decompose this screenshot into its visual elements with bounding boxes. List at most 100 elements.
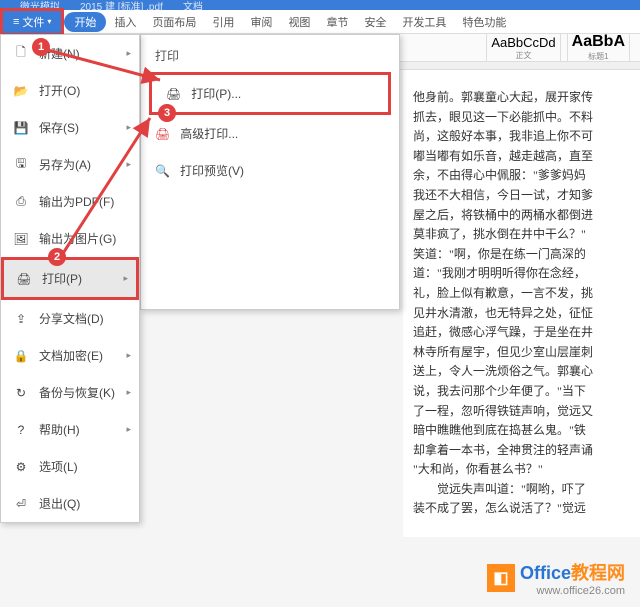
style-label: 正文: [491, 50, 555, 61]
doc-line: 尚，这般好本事，我非追上你不可: [413, 127, 640, 146]
style-normal[interactable]: AaBbCcDd 正文: [486, 32, 560, 64]
menu-label: 输出为图片(G): [39, 230, 116, 247]
menu-label: 退出(Q): [39, 495, 80, 512]
menu-share[interactable]: ⇪ 分享文档(D): [1, 300, 139, 337]
chevron-right-icon: ▸: [126, 350, 131, 361]
menu-new[interactable]: 🗋 新建(N) ▸: [1, 35, 139, 72]
preview-icon: 🔍: [155, 164, 170, 178]
doc-line: 莫非疯了，挑水倒在井中干么？": [413, 225, 640, 244]
menu-label: 打开(O): [39, 82, 80, 99]
menu-label: 另存为(A): [39, 156, 91, 173]
hamburger-icon: ≡: [13, 16, 19, 28]
folder-open-icon: 📂: [13, 83, 29, 99]
menu-open[interactable]: 📂 打开(O): [1, 72, 139, 109]
watermark: ◧ Office教程网 www.office26.com: [487, 559, 625, 597]
saveas-icon: 🖫: [13, 157, 29, 173]
menu-backup[interactable]: ↻ 备份与恢复(K) ▸: [1, 374, 139, 411]
callout-1: 1: [32, 38, 50, 56]
submenu-print[interactable]: 🖨 打印(P)...: [149, 72, 391, 115]
tab-sections[interactable]: 章节: [318, 11, 356, 33]
menu-export-pdf[interactable]: ⎙ 输出为PDF(F): [1, 183, 139, 220]
callout-3: 3: [158, 104, 176, 122]
doc-line: 见井水清澈，也无特异之处，征怔: [413, 304, 640, 323]
menu-label: 备份与恢复(K): [39, 384, 115, 401]
doc-line: 道："我刚才明明听得你在念经，: [413, 264, 640, 283]
file-menu: 🗋 新建(N) ▸ 📂 打开(O) 💾 保存(S) ▸ 🖫 另存为(A) ▸ ⎙…: [0, 34, 140, 523]
style-heading1[interactable]: AaBbA 标题1: [567, 30, 630, 65]
file-menu-button[interactable]: ≡ 文件 ▾: [0, 8, 64, 36]
menu-help[interactable]: ? 帮助(H) ▸: [1, 411, 139, 448]
doc-line: 余，不由得心中佩服："爹爹妈妈: [413, 166, 640, 185]
menu-label: 帮助(H): [39, 421, 80, 438]
submenu-preview[interactable]: 🔍 打印预览(V): [141, 152, 399, 189]
office-logo-icon: ◧: [487, 564, 515, 592]
menu-label: 选项(L): [39, 458, 78, 475]
menu-label: 分享文档(D): [39, 310, 104, 327]
doc-line: 装不成了罢，怎么说活了？"觉远: [413, 499, 640, 518]
doc-line: 他身前。郭襄童心大起，展开家传: [413, 88, 640, 107]
tab-start[interactable]: 开始: [64, 12, 106, 32]
pdf-icon: ⎙: [13, 194, 29, 210]
style-preview: AaBbA: [572, 33, 625, 51]
doc-line: "大和尚，你看甚么书？": [413, 460, 640, 479]
doc-line: 送上，令人一洗烦俗之气。郭襄心: [413, 362, 640, 381]
chevron-right-icon: ▸: [123, 273, 128, 284]
exit-icon: ⏎: [13, 496, 29, 512]
doc-line: 屋之后，将铁桶中的两桶水都倒进: [413, 206, 640, 225]
chevron-right-icon: ▸: [126, 159, 131, 170]
print-submenu: 打印 🖨 打印(P)... 🖨 高级打印... 🔍 打印预览(V): [140, 34, 400, 310]
doc-line: 我还不大相信，今日一试，才知爹: [413, 186, 640, 205]
ribbon-bar: ≡ 文件 ▾ 开始 插入 页面布局 引用 审阅 视图 章节 安全 开发工具 特色…: [0, 10, 640, 34]
style-label: 标题1: [572, 51, 625, 62]
doc-line: 暗中瞧瞧他到底在捣甚么鬼。"铁: [413, 421, 640, 440]
submenu-label: 高级打印...: [180, 125, 238, 142]
menu-exit[interactable]: ⏎ 退出(Q): [1, 485, 139, 522]
ruler: [400, 62, 640, 70]
chevron-right-icon: ▸: [126, 122, 131, 133]
watermark-suffix: 教程网: [571, 563, 625, 583]
image-icon: 🖼: [13, 231, 29, 247]
tab-bar: 微光模拟 2015 建 [标准] .pdf 文档: [0, 0, 640, 10]
file-label: 文件: [22, 14, 44, 30]
lock-icon: 🔒: [13, 348, 29, 364]
tab-devtools[interactable]: 开发工具: [394, 11, 454, 33]
submenu-adv-print[interactable]: 🖨 高级打印...: [141, 115, 399, 152]
menu-label: 输出为PDF(F): [39, 193, 114, 210]
menu-options[interactable]: ⚙ 选项(L): [1, 448, 139, 485]
doc-line: 说，我去问那个少年便了。"当下: [413, 382, 640, 401]
menu-label: 打印(P): [42, 270, 82, 287]
menu-saveas[interactable]: 🖫 另存为(A) ▸: [1, 146, 139, 183]
help-icon: ?: [13, 422, 29, 438]
doc-line: 追赶，微感心浮气躁，于是坐在井: [413, 323, 640, 342]
tab-view[interactable]: 视图: [280, 11, 318, 33]
doc-line: 礼，脸上似有歉意，一言不发，挑: [413, 284, 640, 303]
submenu-label: 打印(P)...: [191, 85, 241, 102]
menu-label: 保存(S): [39, 119, 79, 136]
doc-line: 了一程，忽听得铁链声响，觉远又: [413, 402, 640, 421]
doc-line: 林寺所有屋宇，但见少室山层崖刺: [413, 343, 640, 362]
tab-special[interactable]: 特色功能: [454, 11, 514, 33]
advanced-print-icon: 🖨: [155, 127, 170, 141]
menu-export-img[interactable]: 🖼 输出为图片(G): [1, 220, 139, 257]
tab-insert[interactable]: 插入: [106, 11, 144, 33]
menu-save[interactable]: 💾 保存(S) ▸: [1, 109, 139, 146]
tab-refs[interactable]: 引用: [204, 11, 242, 33]
print-icon: 🖨: [166, 87, 181, 101]
chevron-right-icon: ▸: [126, 387, 131, 398]
tab-review[interactable]: 审阅: [242, 11, 280, 33]
save-icon: 💾: [13, 120, 29, 136]
menu-label: 文档加密(E): [39, 347, 103, 364]
watermark-brand: Office: [520, 563, 571, 583]
submenu-label: 打印预览(V): [180, 162, 244, 179]
doc-line: 嘟当嘟有如乐音，越走越高，直至: [413, 147, 640, 166]
document-body: 他身前。郭襄童心大起，展开家传 抓去，眼见这一下必能抓中。不料 尚，这般好本事，…: [403, 70, 640, 537]
menu-encrypt[interactable]: 🔒 文档加密(E) ▸: [1, 337, 139, 374]
tab-security[interactable]: 安全: [356, 11, 394, 33]
doc-line: 却拿着一本书，全神贯注的轻声诵: [413, 441, 640, 460]
callout-2: 2: [48, 248, 66, 266]
doc-line: 觉远失声叫道："啊哟，吓了: [413, 480, 640, 499]
new-file-icon: 🗋: [13, 46, 29, 62]
doc-line: 抓去，眼见这一下必能抓中。不料: [413, 108, 640, 127]
tab-layout[interactable]: 页面布局: [144, 11, 204, 33]
menu-print[interactable]: 🖨 打印(P) ▸: [1, 257, 139, 300]
